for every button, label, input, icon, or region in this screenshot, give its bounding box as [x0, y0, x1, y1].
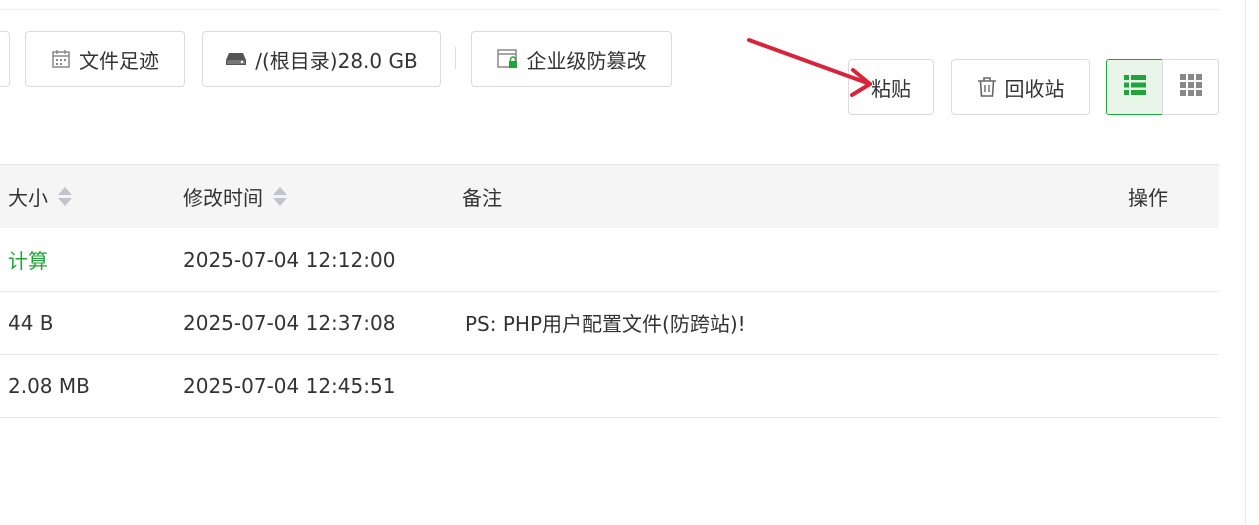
tamper-protection-label: 企业级防篡改 — [526, 48, 647, 73]
table-row[interactable]: 2.08 MB 2025-07-04 12:45:51 — [0, 354, 1219, 418]
recycle-bin-button[interactable]: 回收站 — [951, 59, 1090, 115]
list-view-icon — [1123, 75, 1146, 99]
calculate-size-link[interactable]: 计算 — [8, 228, 48, 291]
header-remark-label: 备注 — [462, 186, 502, 210]
table-row[interactable]: 44 B 2025-07-04 12:37:08 PS: PHP用户配置文件(防… — [0, 291, 1219, 355]
scrollbar-track — [1245, 0, 1246, 525]
trash-icon — [977, 76, 997, 98]
header-mtime[interactable]: 修改时间 — [183, 165, 287, 228]
file-footprint-button[interactable]: 文件足迹 — [25, 31, 185, 87]
row-size: 2.08 MB — [8, 373, 90, 398]
header-size[interactable]: 大小 — [8, 165, 72, 228]
header-mtime-label: 修改时间 — [183, 186, 263, 210]
sort-icon[interactable] — [273, 187, 287, 206]
row-mtime: 2025-07-04 12:12:00 — [183, 247, 396, 272]
file-footprint-label: 文件足迹 — [79, 48, 159, 73]
header-action-label: 操作 — [1128, 186, 1168, 210]
row-remark[interactable]: PS: PHP用户配置文件(防跨站)! — [465, 291, 746, 354]
calendar-icon — [51, 49, 71, 69]
disk-icon — [225, 51, 247, 67]
header-action: 操作 — [1128, 165, 1168, 228]
disk-button[interactable]: /(根目录)28.0 GB — [202, 31, 441, 87]
toolbar-separator — [455, 47, 456, 69]
toolbar-button-partial[interactable] — [0, 31, 10, 87]
header-remark: 备注 — [462, 165, 502, 228]
recycle-bin-label: 回收站 — [1004, 76, 1065, 101]
row-mtime: 2025-07-04 12:37:08 — [183, 310, 396, 335]
header-size-label: 大小 — [8, 186, 48, 210]
sort-icon[interactable] — [58, 187, 72, 206]
disk-label: /(根目录)28.0 GB — [255, 48, 418, 73]
row-mtime: 2025-07-04 12:45:51 — [183, 373, 396, 398]
tamper-protection-button[interactable]: 企业级防篡改 — [471, 31, 672, 87]
paste-label: 粘贴 — [871, 76, 911, 101]
shield-window-icon — [496, 48, 519, 70]
paste-button[interactable]: 粘贴 — [848, 59, 934, 115]
list-view-button[interactable] — [1106, 59, 1163, 115]
table-header: 大小 修改时间 备注 操作 — [0, 164, 1219, 228]
table-row[interactable]: 计算 2025-07-04 12:12:00 — [0, 228, 1219, 292]
divider — [0, 9, 1219, 10]
row-size: 44 B — [8, 310, 54, 335]
grid-view-button[interactable] — [1162, 59, 1219, 115]
grid-view-icon — [1179, 74, 1202, 100]
view-toggle — [1106, 59, 1219, 115]
